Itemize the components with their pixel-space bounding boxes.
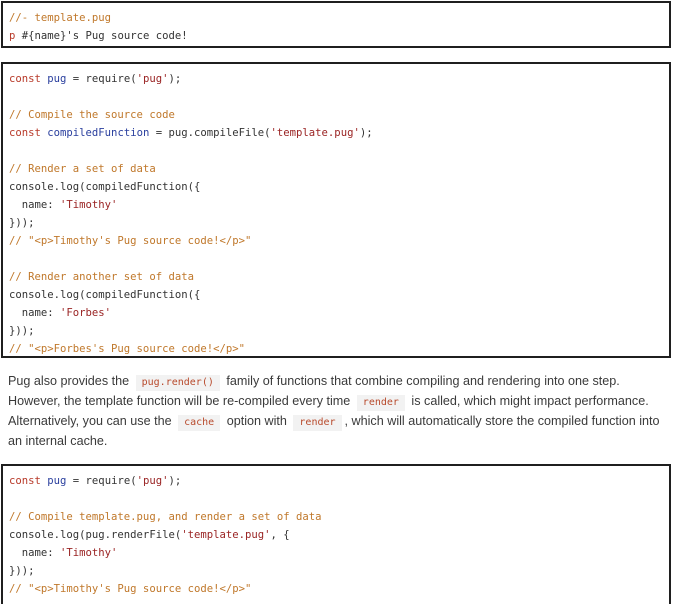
code-line: // Compile template.pug, and render a se… <box>9 508 663 526</box>
inline-code-cache: cache <box>178 415 221 431</box>
code-token: const <box>9 475 41 487</box>
inline-code-pug-render: pug.render() <box>135 375 220 391</box>
code-line: name: 'Timothy' <box>9 544 663 562</box>
code-token: // "<p>Forbes's Pug source code!</p>" <box>9 343 245 355</box>
inline-code-render: render <box>356 395 405 411</box>
code-token: // "<p>Timothy's Pug source code!</p>" <box>9 235 252 247</box>
prose-line-2: However, the template function will be r… <box>8 391 672 411</box>
prose-line-3: Alternatively, you can use the cache opt… <box>8 411 672 431</box>
code-token: console.log(compiledFunction({ <box>9 289 201 301</box>
code-token: // "<p>Timothy's Pug source code!</p>" <box>9 583 252 595</box>
code-token: // Render another set of data <box>9 271 194 283</box>
code-token: name: <box>9 547 61 559</box>
code-token: = pug.compileFile( <box>149 127 271 139</box>
code-token: #{name}'s Pug source code! <box>15 30 188 42</box>
code-line: console.log(pug.renderFile('template.pug… <box>9 526 663 544</box>
code-line: p #{name}'s Pug source code! <box>9 27 663 45</box>
code-line: name: 'Timothy' <box>9 196 663 214</box>
code-token: })); <box>9 325 35 337</box>
code-token: // Compile template.pug, and render a se… <box>9 511 322 523</box>
code-token: ); <box>359 127 373 139</box>
prose-text: is called, which might impact performanc… <box>411 394 649 408</box>
code-line: // Render another set of data <box>9 268 663 286</box>
code-block-compile-file: const pug = require('pug'); // Compile th… <box>1 62 671 358</box>
code-token: })); <box>9 565 35 577</box>
code-line: // "<p>Forbes's Pug source code!</p>" <box>9 340 663 358</box>
code-token: = require( <box>66 475 137 487</box>
code-token: , { <box>270 529 290 541</box>
code-line: })); <box>9 322 663 340</box>
code-line: })); <box>9 214 663 232</box>
code-line: //- template.pug <box>9 9 663 27</box>
code-token: const <box>9 127 41 139</box>
code-token: 'pug' <box>136 475 169 487</box>
code-block-template-pug: //- template.pug p #{name}'s Pug source c… <box>1 1 671 48</box>
code-token: compiledFunction <box>47 127 150 139</box>
prose-text: However, the template function will be r… <box>8 394 351 408</box>
prose-line-4: an internal cache. <box>8 431 672 451</box>
code-line: // Render a set of data <box>9 160 663 178</box>
code-token: ); <box>168 475 182 487</box>
code-token: = require( <box>66 73 137 85</box>
code-line: const compiledFunction = pug.compileFile… <box>9 124 663 142</box>
code-line: console.log(compiledFunction({ <box>9 178 663 196</box>
code-token: pug <box>47 73 67 85</box>
prose-text: Pug also provides the <box>8 374 130 388</box>
documentation-page: //- template.pug p #{name}'s Pug source c… <box>0 0 674 604</box>
code-line: const pug = require('pug'); <box>9 70 663 88</box>
code-token: name: <box>9 307 61 319</box>
prose-line-1: Pug also provides the pug.render() famil… <box>8 371 672 391</box>
code-token: pug <box>47 475 67 487</box>
prose-text: option with <box>226 414 287 428</box>
code-token: 'pug' <box>136 73 169 85</box>
code-token: name: <box>9 199 61 211</box>
code-line: // Compile the source code <box>9 106 663 124</box>
prose-text: family of functions that combine compili… <box>226 374 620 388</box>
code-token: 'template.pug' <box>270 127 360 139</box>
code-line: const pug = require('pug'); <box>9 472 663 490</box>
code-token: console.log(pug.renderFile( <box>9 529 182 541</box>
code-token: //- template.pug <box>9 12 112 24</box>
code-line: // "<p>Timothy's Pug source code!</p>" <box>9 232 663 250</box>
code-token: })); <box>9 217 35 229</box>
code-token: console.log(compiledFunction({ <box>9 181 201 193</box>
code-token: 'template.pug' <box>181 529 271 541</box>
code-token: 'Forbes' <box>60 307 112 319</box>
code-token: // Compile the source code <box>9 109 175 121</box>
prose-text: an internal cache. <box>8 434 108 448</box>
code-line: console.log(compiledFunction({ <box>9 286 663 304</box>
prose-text: , which will automatically store the com… <box>344 414 660 428</box>
code-line: // "<p>Timothy's Pug source code!</p>" <box>9 580 663 598</box>
code-token: const <box>9 73 41 85</box>
code-token: 'Timothy' <box>60 547 118 559</box>
inline-code-render: render <box>293 415 342 431</box>
prose-text: Alternatively, you can use the <box>8 414 172 428</box>
code-token: 'Timothy' <box>60 199 118 211</box>
code-token: // Render a set of data <box>9 163 156 175</box>
code-block-render-file: const pug = require('pug'); // Compile te… <box>1 464 671 604</box>
code-line: name: 'Forbes' <box>9 304 663 322</box>
code-token: ); <box>168 73 182 85</box>
code-line: })); <box>9 562 663 580</box>
prose-paragraph: Pug also provides the pug.render() famil… <box>8 371 672 451</box>
